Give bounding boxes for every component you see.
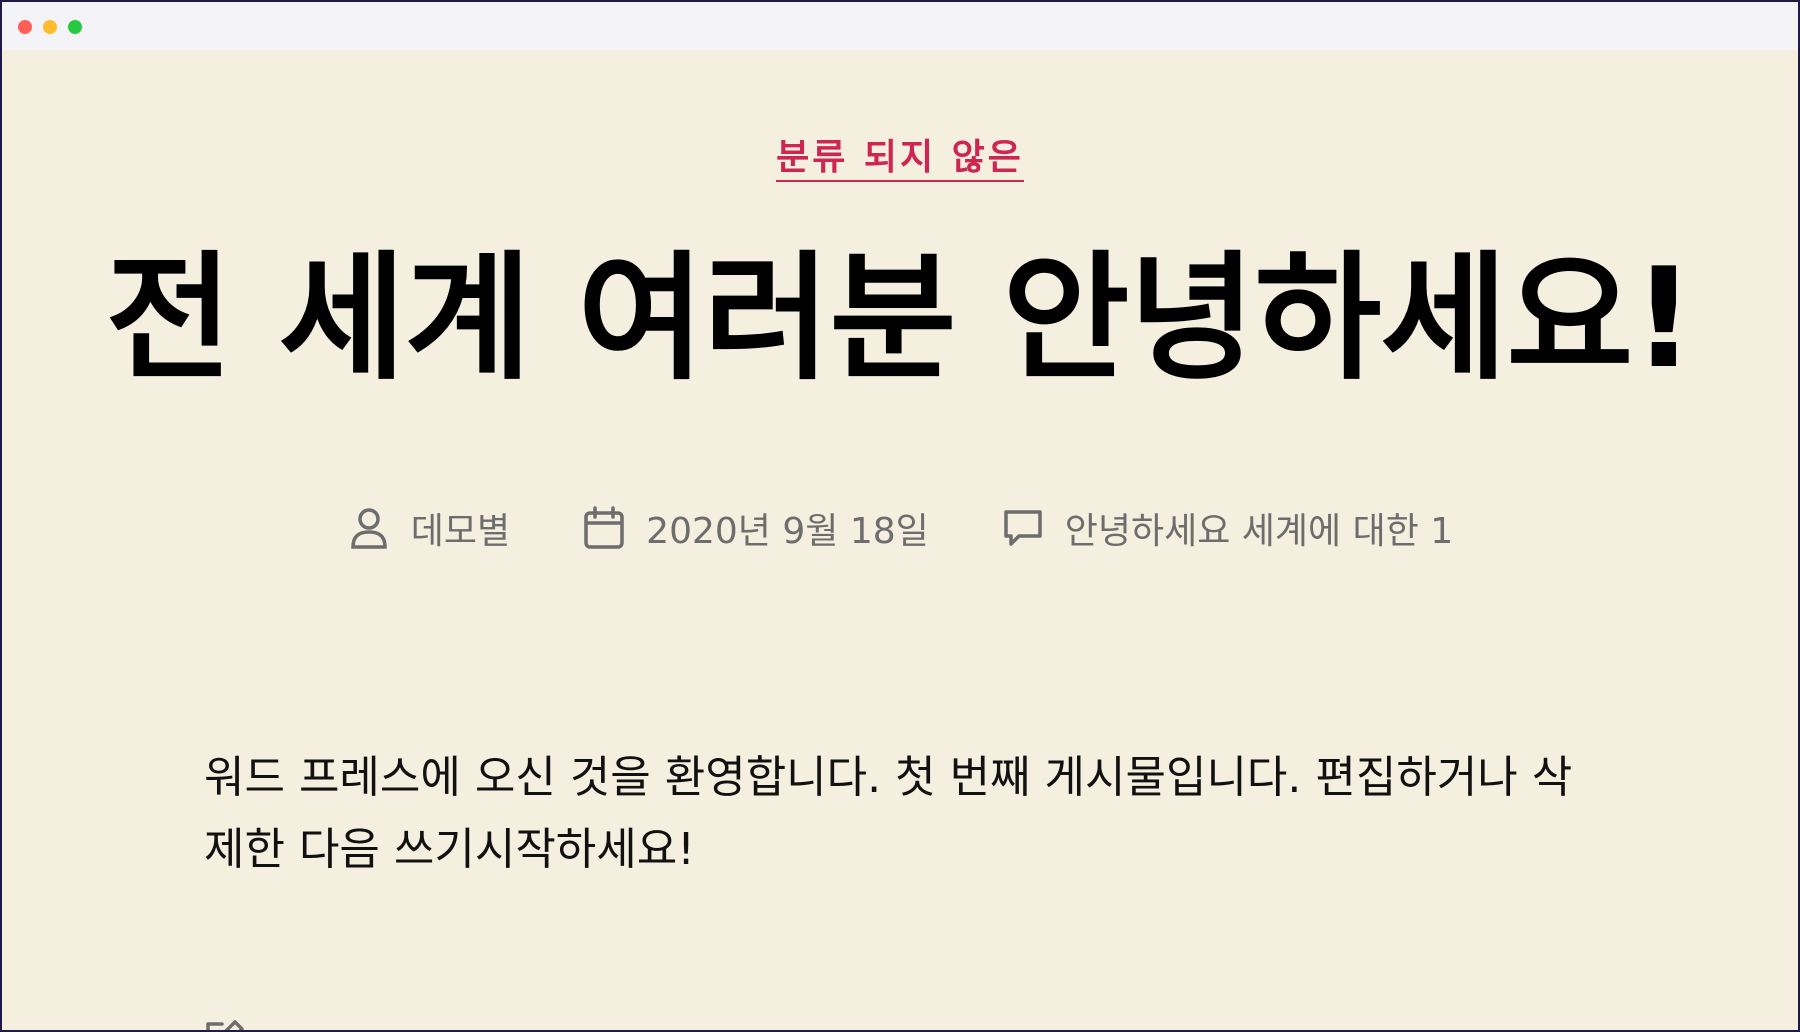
category-link[interactable]: 분류 되지 않은 xyxy=(776,137,1024,182)
post-title: 전 세계 여러분 안녕하세요! xyxy=(105,238,1696,399)
post-body: 워드 프레스에 오신 것을 환영합니다. 첫 번째 게시물입니다. 편집하거나 … xyxy=(204,752,1573,875)
edit-post: 안녕하세요 xyxy=(202,1018,434,1031)
post-comments: 안녕하세요 세계에 대한 1 xyxy=(1001,502,1453,554)
edit-post-link[interactable]: 안녕하세요 xyxy=(268,1019,434,1031)
close-window-button[interactable] xyxy=(18,20,32,34)
post-category: 분류 되지 않은 xyxy=(2,128,1798,182)
minimize-window-button[interactable] xyxy=(43,20,57,34)
comment-icon xyxy=(1001,506,1045,550)
title-bar xyxy=(2,2,1798,50)
comments-link[interactable]: 안녕하세요 세계에 대한 1 xyxy=(1065,502,1453,554)
edit-icon xyxy=(202,1018,246,1030)
post-author: 데모별 xyxy=(347,502,510,554)
zoom-window-button[interactable] xyxy=(68,20,82,34)
author-link[interactable]: 데모별 xyxy=(411,502,510,554)
post-date: 2020년 9월 18일 xyxy=(582,502,929,554)
user-icon xyxy=(347,506,391,550)
browser-window: 분류 되지 않은 전 세계 여러분 안녕하세요! 데모별 2020년 9월 18… xyxy=(0,0,1800,1032)
date-link[interactable]: 2020년 9월 18일 xyxy=(646,502,929,554)
post-meta: 데모별 2020년 9월 18일 안녕하세요 세계에 대한 1 xyxy=(2,502,1798,554)
calendar-icon xyxy=(582,506,626,550)
post-content: 분류 되지 않은 전 세계 여러분 안녕하세요! 데모별 2020년 9월 18… xyxy=(2,50,1798,1030)
